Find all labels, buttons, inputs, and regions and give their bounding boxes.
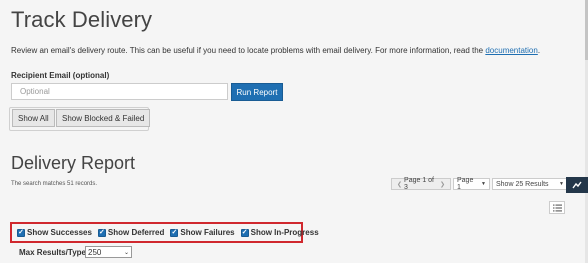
run-report-button[interactable]: Run Report	[231, 83, 283, 101]
filter-successes-label: Show Successes	[27, 228, 92, 237]
filter-in-progress-label: Show In-Progress	[250, 228, 319, 237]
pager-label: Page 1 of 3	[404, 177, 434, 191]
filter-deferred[interactable]: ✓ Show Deferred	[97, 228, 165, 237]
page-size-value: Show 25 Results	[496, 180, 549, 188]
column-toggle-button[interactable]	[549, 201, 565, 214]
checkbox-deferred[interactable]: ✓	[97, 228, 106, 237]
prev-page-icon[interactable]: ❮	[397, 181, 402, 188]
filter-deferred-label: Show Deferred	[107, 228, 165, 237]
chart-icon	[572, 181, 582, 189]
chevron-down-icon: ▼	[559, 181, 564, 187]
checkbox-successes[interactable]: ✓	[17, 228, 25, 237]
show-all-button[interactable]: Show All	[12, 109, 55, 127]
list-icon	[552, 204, 562, 211]
filter-in-progress[interactable]: ✓ Show In-Progress	[240, 228, 319, 237]
max-results-label: Max Results/Type:	[19, 248, 89, 257]
chevron-down-icon: ⌄	[123, 249, 129, 256]
checkbox-failures[interactable]: ✓	[170, 228, 179, 237]
filter-successes[interactable]: ✓ Show Successes	[17, 228, 92, 237]
show-blocked-failed-button[interactable]: Show Blocked & Failed	[56, 109, 151, 127]
intro-text: Review an email's delivery route. This c…	[11, 46, 540, 55]
delivery-report-title: Delivery Report	[11, 153, 136, 173]
max-results-value: 250	[88, 247, 102, 257]
intro-body: Review an email's delivery route. This c…	[11, 46, 486, 55]
page-select-value: Page 1	[457, 177, 474, 191]
documentation-link[interactable]: documentation	[485, 46, 537, 55]
records-match-text: The search matches 51 records.	[11, 181, 98, 187]
next-page-icon[interactable]: ❯	[440, 181, 445, 188]
page-title: Track Delivery	[11, 7, 153, 32]
filter-failures-label: Show Failures	[180, 228, 235, 237]
result-type-filters: ✓ Show Successes ✓ Show Deferred ✓ Show Fai…	[10, 222, 319, 243]
recipient-email-input[interactable]	[11, 83, 228, 100]
pager-nav[interactable]: ❮ Page 1 of 3 ❯	[391, 177, 451, 191]
side-panel-toggle[interactable]	[566, 177, 588, 193]
page-size-select[interactable]: Show 25 Results ▼	[492, 178, 568, 190]
recipient-email-label: Recipient Email (optional)	[11, 71, 110, 80]
page-select[interactable]: Page 1 ▼	[453, 177, 490, 191]
checkbox-in-progress[interactable]: ✓	[240, 228, 249, 237]
filter-failures[interactable]: ✓ Show Failures	[170, 228, 235, 237]
chevron-down-icon: ▼	[481, 181, 486, 187]
max-results-select[interactable]: 250 ⌄	[85, 246, 132, 258]
intro-tail: .	[537, 46, 541, 55]
